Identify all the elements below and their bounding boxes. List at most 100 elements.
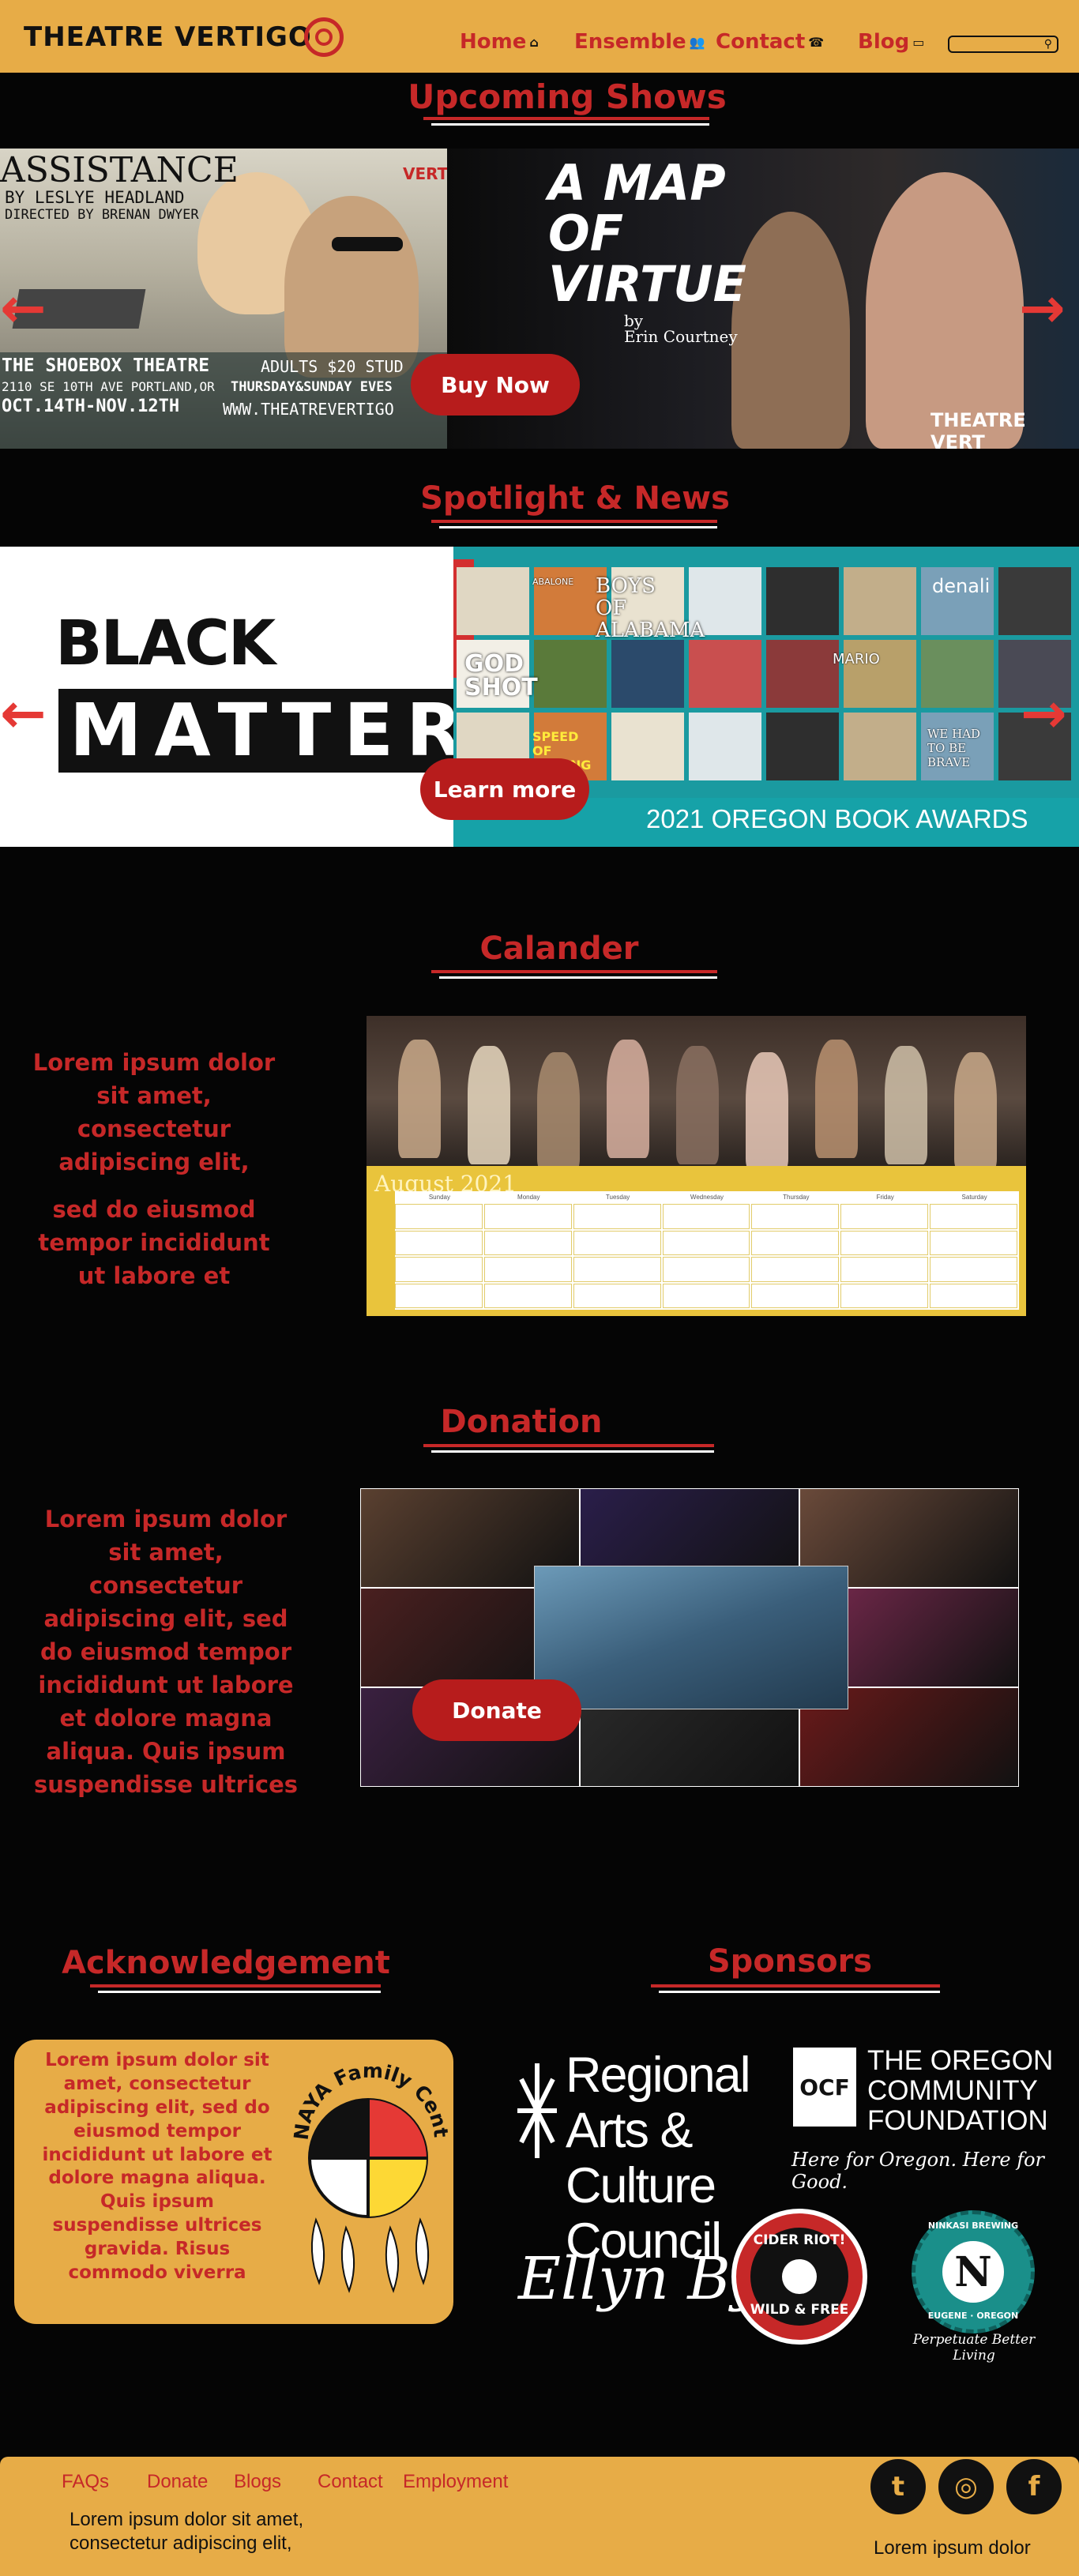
prev-arrow-icon[interactable]: ← [0,686,47,741]
calendar-day-header: Sunday [428,1194,450,1201]
calendar-day-header: Monday [517,1194,540,1201]
book-cover [844,640,916,708]
calendar-cell[interactable] [751,1257,840,1282]
calendar-cell[interactable] [573,1204,661,1229]
nav-contact[interactable]: Contact ☎ [716,30,824,54]
footer-link-blogs[interactable]: Blogs [234,2471,281,2493]
ninkasi-n-icon: N [942,2241,1004,2303]
calendar-cell[interactable] [751,1230,840,1255]
nav-blog[interactable]: Blog ▭ [858,30,924,54]
donate-button[interactable]: Donate [412,1679,581,1741]
sunglasses-shape [332,237,403,251]
calendar-cell[interactable] [930,1230,1017,1255]
calendar-cell[interactable] [395,1257,483,1282]
next-arrow-icon[interactable]: → [1019,280,1066,336]
ocf-line: THE OREGON [867,2045,1054,2076]
assistance-title: ASSISTANCE [0,150,239,190]
calendar-cell[interactable] [483,1204,572,1229]
donation-photo-collage[interactable] [360,1488,1019,1787]
cider-riot-logo: CIDER RIOT! WILD & FREE [731,2209,867,2345]
nav-ensemble[interactable]: Ensemble 👥 [574,30,705,54]
book-cover [689,713,761,780]
ocf-logo-text: THE OREGON COMMUNITY FOUNDATION [867,2046,1053,2136]
assistance-prices: ADULTS $20 STUD [261,357,404,376]
calendar-cell[interactable] [395,1230,483,1255]
footer-link-faqs[interactable]: FAQs [62,2471,109,2493]
footer-link-donate[interactable]: Donate [147,2471,208,2493]
nav-blog-label: Blog [858,30,910,54]
dancer-figure [815,1040,858,1158]
calendar-cell[interactable] [840,1283,929,1308]
facebook-icon[interactable]: f [1006,2459,1062,2514]
calendar-cell[interactable] [573,1230,661,1255]
prev-arrow-icon[interactable]: ← [0,280,47,336]
calendar-cell[interactable] [840,1204,929,1229]
calendar-title: Calander [479,931,639,967]
cider-riot-top: CIDER RIOT! [753,2232,846,2248]
instagram-icon[interactable]: ◎ [938,2459,994,2514]
ninkasi-name: NINKASI BREWING [927,2221,1019,2231]
footer-link-employment[interactable]: Employment [403,2471,508,2493]
calendar-cell[interactable] [662,1204,750,1229]
calendar-day-header: Wednesday [690,1194,724,1201]
site-header: THEATRE VERTIGO Home ⌂ Ensemble 👥 Contac… [0,0,1079,73]
calendar-cell[interactable] [483,1257,572,1282]
racc-logo-mark-icon [513,2048,561,2174]
buy-now-button[interactable]: Buy Now [411,354,580,416]
book-cover [998,567,1071,635]
ocf-logo-mark: OCF [793,2048,856,2127]
calendar-cell[interactable] [930,1283,1017,1308]
book-title: ABALONE [532,577,574,587]
calendar-cell[interactable] [930,1257,1017,1282]
twitter-icon[interactable]: t [870,2459,926,2514]
donation-title: Donation [440,1404,603,1440]
calendar-cell[interactable] [483,1230,572,1255]
calendar-cell[interactable] [751,1283,840,1308]
dancer-figure [468,1046,510,1164]
calendar-image[interactable]: August 2021 Sunday Monday Tuesday Wednesday… [367,1016,1026,1316]
calendar-day-header: Saturday [961,1194,987,1201]
donation-text: Lorem ipsum dolor sit amet, consectetur … [33,1506,299,1799]
title-underline [431,123,709,126]
calendar-cell[interactable] [395,1204,483,1229]
calendar-cell[interactable] [840,1257,929,1282]
nav-ensemble-label: Ensemble [574,30,686,54]
calendar-cell[interactable] [662,1230,750,1255]
title-underline [431,1450,714,1453]
ocf-tagline: Here for Oregon. Here for Good. [791,2149,1044,2193]
title-underline [659,1991,940,1993]
calendar-cell[interactable] [573,1283,661,1308]
next-arrow-icon[interactable]: → [1021,686,1067,741]
book-cover [689,640,761,708]
calendar-cell[interactable] [573,1257,661,1282]
nav-contact-label: Contact [716,30,806,54]
calendar-cell[interactable] [395,1283,483,1308]
book-cover [844,567,916,635]
search-input[interactable] [949,37,1043,53]
calendar-cell[interactable] [662,1283,750,1308]
nav-home[interactable]: Home ⌂ [460,30,539,54]
calendar-cell[interactable] [840,1230,929,1255]
calendar-cell[interactable] [751,1204,840,1229]
upcoming-shows-title: Upcoming Shows [408,77,727,116]
search-icon[interactable]: ⚲ [1044,37,1052,51]
assistance-address: 2110 SE 10TH AVE PORTLAND,OR [2,379,215,394]
assistance-director: DIRECTED BY BRENAN DWYER [5,207,199,223]
calendar-cell[interactable] [662,1257,750,1282]
home-icon: ⌂ [529,34,539,50]
people-icon: 👥 [689,34,705,50]
footer-link-contact[interactable]: Contact [318,2471,383,2493]
map-of-virtue-title: A MAP OF VIRTUE [548,158,746,310]
calendar-text1: Lorem ipsum dolor sit amet, consectetur … [32,1049,276,1176]
show-slide-assistance[interactable]: ASSISTANCE BY LESLYE HEADLAND DIRECTED B… [0,149,447,449]
dancer-figures [367,1016,1026,1171]
book-cover [457,567,529,635]
learn-more-button[interactable]: Learn more [420,758,589,820]
calendar-cell[interactable] [930,1204,1017,1229]
title-underline [423,1444,714,1447]
theatre-vertigo-logo[interactable]: THEATRE VERTIGO [24,17,344,57]
calendar-cell[interactable] [483,1283,572,1308]
book-cover [844,713,916,780]
blm-slide[interactable]: BLACK LIVES MATTER [0,547,453,847]
map-of-virtue-brand: THEATRE VERT [930,409,1026,449]
